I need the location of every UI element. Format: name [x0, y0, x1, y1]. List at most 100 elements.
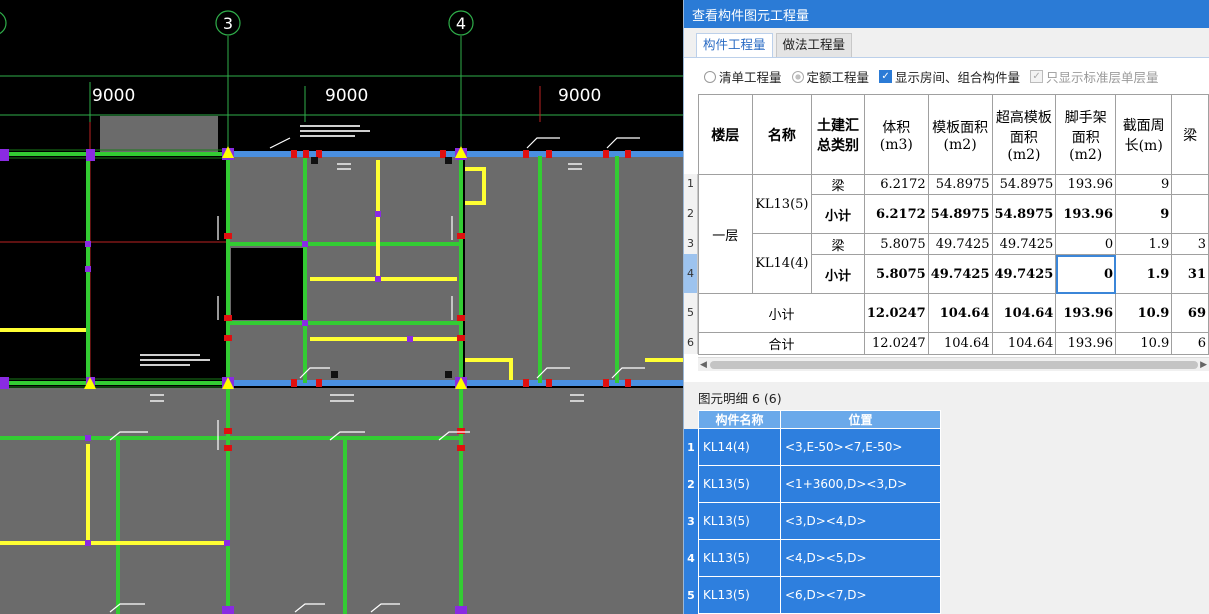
high-formwork-cell[interactable]: 104.64: [991, 332, 1057, 355]
beam-cell[interactable]: 3: [1171, 233, 1209, 255]
header-scaffold[interactable]: 脚手架面积(m2): [1055, 94, 1117, 175]
detail-name-cell[interactable]: KL13(5): [698, 539, 781, 577]
high-formwork-cell[interactable]: 49.7425: [991, 254, 1057, 294]
row-number[interactable]: 1: [684, 174, 698, 194]
category-cell[interactable]: 梁: [811, 174, 865, 195]
header-beam[interactable]: 梁: [1171, 94, 1209, 175]
volume-cell[interactable]: 5.8075: [863, 233, 929, 255]
high-formwork-cell[interactable]: 49.7425: [991, 233, 1057, 255]
bill-quantity-radio[interactable]: 清单工程量: [704, 67, 782, 86]
detail-name-cell[interactable]: KL13(5): [698, 576, 781, 614]
panel-title-bar[interactable]: 查看构件图元工程量: [684, 0, 1209, 28]
quantity-table: 楼层 名称 土建汇总类别 体积(m3) 模板面积(m2) 超高模板面积(m2) …: [698, 94, 1209, 355]
scroll-left-icon[interactable]: ◀: [700, 360, 707, 370]
total-label[interactable]: 合计: [698, 332, 865, 355]
header-volume[interactable]: 体积(m3): [863, 94, 929, 175]
panel-title: 查看构件图元工程量: [692, 8, 810, 24]
cad-drawing-canvas[interactable]: 9000 9000 9000 3 4: [0, 0, 683, 614]
detail-position-cell[interactable]: <3,E-50><7,E-50>: [780, 428, 941, 466]
formwork-cell[interactable]: 54.8975: [927, 194, 993, 234]
detail-row[interactable]: KL13(5) <4,D><5,D>: [698, 539, 941, 577]
high-formwork-cell[interactable]: 54.8975: [991, 174, 1057, 195]
checkmark-disabled-icon: ✓: [1030, 70, 1044, 83]
scaffold-cell[interactable]: 0: [1055, 233, 1117, 255]
scaffold-cell[interactable]: 193.96: [1055, 174, 1117, 195]
detail-row[interactable]: KL13(5) <3,D><4,D>: [698, 502, 941, 540]
beam-cell[interactable]: 6: [1171, 332, 1209, 355]
scaffold-cell[interactable]: 193.96: [1055, 293, 1117, 333]
component-name-cell[interactable]: KL14(4): [751, 233, 813, 294]
volume-cell[interactable]: 6.2172: [863, 174, 929, 195]
floor-subtotal-label[interactable]: 小计: [698, 293, 865, 333]
scroll-right-icon[interactable]: ▶: [1200, 360, 1207, 370]
detail-row-number[interactable]: 3: [684, 503, 698, 540]
detail-name-cell[interactable]: KL13(5): [698, 465, 781, 503]
header-high-formwork[interactable]: 超高模板面积(m2): [991, 94, 1057, 175]
row-number[interactable]: 6: [684, 332, 698, 354]
volume-cell[interactable]: 5.8075: [863, 254, 929, 294]
row-number[interactable]: 2: [684, 194, 698, 233]
header-perimeter[interactable]: 截面周长(m): [1115, 94, 1173, 175]
row-number[interactable]: 5: [684, 293, 698, 332]
detail-row-number[interactable]: 1: [684, 429, 698, 466]
detail-row[interactable]: KL13(5) <1+3600,D><3,D>: [698, 465, 941, 503]
perimeter-cell[interactable]: 1.9: [1115, 233, 1173, 255]
formwork-cell[interactable]: 49.7425: [927, 254, 993, 294]
header-name[interactable]: 名称: [751, 94, 813, 175]
detail-row[interactable]: KL14(4) <3,E-50><7,E-50>: [698, 428, 941, 466]
detail-position-cell[interactable]: <4,D><5,D>: [780, 539, 941, 577]
show-room-component-checkbox[interactable]: ✓ 显示房间、组合构件量: [879, 67, 1020, 86]
floor-plan-drawing[interactable]: 9000 9000 9000 3 4: [0, 0, 683, 614]
detail-header-name[interactable]: 构件名称: [698, 410, 781, 429]
detail-name-cell[interactable]: KL13(5): [698, 502, 781, 540]
row-number-selected[interactable]: 4: [684, 254, 698, 293]
beam-cell[interactable]: 69: [1171, 293, 1209, 333]
header-floor[interactable]: 楼层: [698, 94, 753, 175]
detail-position-cell[interactable]: <1+3600,D><3,D>: [780, 465, 941, 503]
subtotal-label-cell[interactable]: 小计: [811, 194, 865, 234]
detail-position-cell[interactable]: <6,D><7,D>: [780, 576, 941, 614]
perimeter-cell[interactable]: 9: [1115, 174, 1173, 195]
scrollbar-thumb[interactable]: [710, 361, 1198, 369]
perimeter-cell[interactable]: 1.9: [1115, 254, 1173, 294]
volume-cell[interactable]: 6.2172: [863, 194, 929, 234]
quota-quantity-radio[interactable]: 定额工程量: [791, 67, 869, 86]
detail-name-cell[interactable]: KL14(4): [698, 428, 781, 466]
floor-cell[interactable]: 一层: [698, 174, 753, 294]
beam-cell[interactable]: 31: [1171, 254, 1209, 294]
header-formwork[interactable]: 模板面积(m2): [927, 94, 993, 175]
high-formwork-cell[interactable]: 54.8975: [991, 194, 1057, 234]
tab-method-quantity[interactable]: 做法工程量: [775, 33, 853, 57]
tab-component-quantity[interactable]: 构件工程量: [696, 33, 773, 57]
volume-cell[interactable]: 12.0247: [863, 332, 929, 355]
formwork-cell[interactable]: 49.7425: [927, 233, 993, 255]
detail-row-number[interactable]: 2: [684, 466, 698, 503]
header-category[interactable]: 土建汇总类别: [811, 94, 865, 175]
detail-row-number[interactable]: 4: [684, 540, 698, 577]
horizontal-scrollbar[interactable]: ◀ ▶: [698, 357, 1209, 371]
scaffold-cell-selected[interactable]: 0: [1055, 254, 1117, 294]
detail-position-cell[interactable]: <3,D><4,D>: [780, 502, 941, 540]
high-formwork-cell[interactable]: 104.64: [991, 293, 1057, 333]
perimeter-cell[interactable]: 9: [1115, 194, 1173, 234]
tab-bar: 构件工程量 做法工程量: [696, 33, 855, 57]
radio-icon: [704, 70, 716, 83]
subtotal-label-cell[interactable]: 小计: [811, 254, 865, 294]
formwork-cell[interactable]: 104.64: [927, 332, 993, 355]
detail-header-position[interactable]: 位置: [780, 410, 941, 429]
beam-cell[interactable]: [1171, 194, 1209, 234]
category-cell[interactable]: 梁: [811, 233, 865, 255]
beam-cell[interactable]: [1171, 174, 1209, 195]
scaffold-cell[interactable]: 193.96: [1055, 194, 1117, 234]
volume-cell[interactable]: 12.0247: [863, 293, 929, 333]
detail-row-number[interactable]: 5: [684, 577, 698, 614]
detail-row[interactable]: KL13(5) <6,D><7,D>: [698, 576, 941, 614]
perimeter-cell[interactable]: 10.9: [1115, 293, 1173, 333]
row-number[interactable]: 3: [684, 233, 698, 254]
scaffold-cell[interactable]: 193.96: [1055, 332, 1117, 355]
formwork-cell[interactable]: 54.8975: [927, 174, 993, 195]
formwork-cell[interactable]: 104.64: [927, 293, 993, 333]
perimeter-cell[interactable]: 10.9: [1115, 332, 1173, 355]
component-name-cell[interactable]: KL13(5): [751, 174, 813, 234]
axis-label-3: 3: [223, 14, 233, 33]
